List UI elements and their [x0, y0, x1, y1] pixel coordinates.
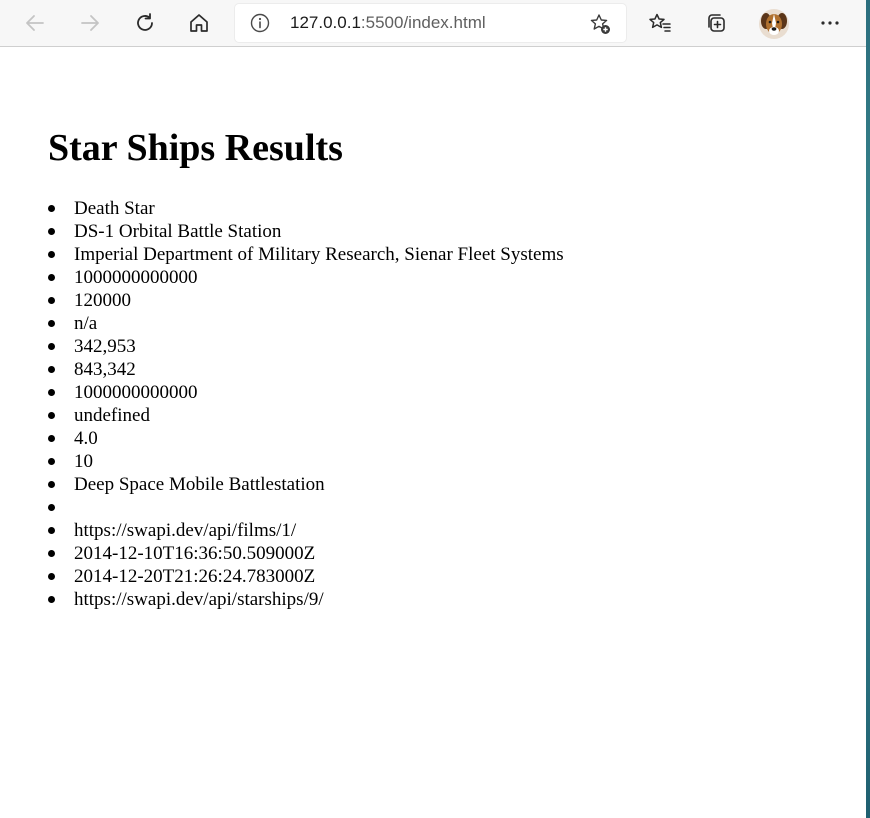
bullet-icon — [48, 596, 55, 603]
list-item-text: 1000000000000 — [74, 267, 198, 288]
collections-button[interactable] — [700, 7, 732, 39]
list-item: 1000000000000 — [48, 266, 564, 289]
url-path: :5500/index.html — [360, 13, 486, 32]
list-item-text: Death Star — [74, 198, 155, 219]
bullet-icon — [48, 412, 55, 419]
profile-avatar[interactable] — [759, 9, 789, 39]
list-item: https://swapi.dev/api/starships/9/ — [48, 588, 564, 611]
list-item: Death Star — [48, 197, 564, 220]
list-item: Deep Space Mobile Battlestation — [48, 473, 564, 496]
bullet-icon — [48, 458, 55, 465]
dog-avatar-icon — [759, 9, 789, 39]
page-content: Star Ships Results Death Star DS-1 Orbita… — [48, 100, 848, 610]
page-title: Star Ships Results — [48, 127, 343, 169]
home-icon — [190, 14, 208, 32]
list-item-text: 342,953 — [74, 336, 136, 357]
list-item: 1000000000000 — [48, 381, 564, 404]
back-arrow-icon — [26, 15, 44, 31]
list-item-text: Imperial Department of Military Research… — [74, 244, 564, 265]
bullet-icon — [48, 320, 55, 327]
list-item: 120000 — [48, 289, 564, 312]
list-item: 843,342 — [48, 358, 564, 381]
list-item-text: https://swapi.dev/api/starships/9/ — [74, 589, 324, 610]
list-item-text: 10 — [74, 451, 93, 472]
desktop-background-edge — [866, 0, 870, 818]
list-item-text: 120000 — [74, 290, 131, 311]
bullet-icon — [48, 297, 55, 304]
settings-more-button[interactable] — [814, 7, 846, 39]
bullet-icon — [48, 366, 55, 373]
list-item-text: 843,342 — [74, 359, 136, 380]
url-host: 127.0.0.1 — [290, 13, 361, 32]
list-item: 10 — [48, 450, 564, 473]
bullet-icon — [48, 389, 55, 396]
site-info-icon[interactable] — [249, 12, 271, 34]
list-item-text: undefined — [74, 405, 150, 426]
bullet-icon — [48, 251, 55, 258]
list-item: https://swapi.dev/api/films/1/ — [48, 519, 564, 542]
forward-arrow-icon — [81, 15, 99, 31]
bullet-icon — [48, 527, 55, 534]
bullet-icon — [48, 481, 55, 488]
list-item: 2014-12-20T21:26:24.783000Z — [48, 565, 564, 588]
bullet-icon — [48, 550, 55, 557]
favorites-star-list-icon — [649, 13, 671, 32]
list-item-text: Deep Space Mobile Battlestation — [74, 474, 325, 495]
bullet-icon — [48, 205, 55, 212]
refresh-icon — [137, 13, 153, 31]
list-item: 342,953 — [48, 335, 564, 358]
collections-icon — [708, 14, 725, 32]
back-button[interactable] — [19, 7, 51, 39]
list-item-text: DS-1 Orbital Battle Station — [74, 221, 282, 242]
bullet-icon — [48, 274, 55, 281]
bullet-icon — [48, 435, 55, 442]
url-text[interactable]: 127.0.0.1:5500/index.html — [290, 13, 486, 33]
list-item — [48, 496, 564, 519]
browser-toolbar: 127.0.0.1:5500/index.html — [0, 0, 866, 47]
list-item-text: 2014-12-20T21:26:24.783000Z — [74, 566, 316, 587]
list-item: undefined — [48, 404, 564, 427]
bullet-icon — [48, 228, 55, 235]
list-item: 2014-12-10T16:36:50.509000Z — [48, 542, 564, 565]
add-favorite-icon[interactable] — [588, 12, 612, 36]
home-button[interactable] — [183, 7, 215, 39]
favorites-button[interactable] — [644, 7, 676, 39]
list-item-text: 2014-12-10T16:36:50.509000Z — [74, 543, 316, 564]
list-item: n/a — [48, 312, 564, 335]
more-dots-icon — [821, 21, 839, 25]
address-bar[interactable]: 127.0.0.1:5500/index.html — [235, 4, 626, 42]
list-item-text: https://swapi.dev/api/films/1/ — [74, 520, 297, 541]
list-item-text: 1000000000000 — [74, 382, 198, 403]
bullet-icon — [48, 504, 55, 511]
list-item: DS-1 Orbital Battle Station — [48, 220, 564, 243]
bullet-icon — [48, 573, 55, 580]
list-item: Imperial Department of Military Research… — [48, 243, 564, 266]
forward-button[interactable] — [74, 7, 106, 39]
bullet-icon — [48, 343, 55, 350]
list-item: 4.0 — [48, 427, 564, 450]
list-item-text: n/a — [74, 313, 98, 334]
list-item-text: 4.0 — [74, 428, 98, 449]
starship-results-list: Death Star DS-1 Orbital Battle Station Imp… — [48, 197, 564, 611]
refresh-button[interactable] — [129, 7, 161, 39]
